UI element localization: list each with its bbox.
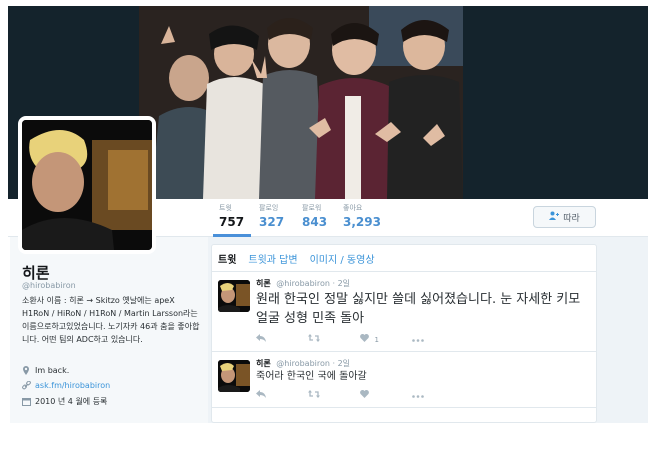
tab-tweets-replies[interactable]: 트윗과 답변 bbox=[248, 251, 297, 266]
retweet-icon[interactable] bbox=[308, 334, 360, 344]
like-button[interactable] bbox=[360, 390, 412, 400]
profile-handle[interactable]: @hirobabiron bbox=[22, 281, 76, 290]
follow-person-icon bbox=[549, 211, 560, 223]
tweet-actions: 1 bbox=[256, 333, 588, 345]
stat-followers-label: 팔로워 bbox=[302, 204, 322, 212]
more-icon[interactable] bbox=[412, 391, 464, 400]
calendar-icon bbox=[22, 397, 31, 406]
tweet-text: 원래 한국인 정말 싫지만 쓸데 싫어졌습니다. 눈 자세한 키모 얼굴 성형 … bbox=[256, 292, 581, 326]
profile-location: Im back. bbox=[22, 366, 69, 375]
tweet-avatar[interactable] bbox=[218, 280, 250, 312]
location-pin-icon bbox=[22, 366, 31, 375]
tweet-header: 히론 @hirobabiron · 2일 bbox=[256, 358, 588, 369]
tweet-timeline: 트윗 트윗과 답변 이미지 / 동영상 히론 @hirobabiron · 2일… bbox=[211, 244, 597, 423]
tab-tweets[interactable]: 트윗 bbox=[218, 251, 236, 266]
stat-following[interactable]: 팔로잉 327 bbox=[259, 203, 284, 229]
tweet-text: 죽어라 한국인 국에 돌아갈 bbox=[256, 371, 367, 382]
stat-following-value: 327 bbox=[259, 215, 285, 229]
profile-location-text: Im back. bbox=[35, 366, 70, 375]
profile-name: 히론 bbox=[22, 264, 50, 282]
tweet-avatar[interactable] bbox=[218, 360, 250, 392]
tab-media[interactable]: 이미지 / 동영상 bbox=[310, 251, 375, 266]
more-icon[interactable] bbox=[412, 335, 464, 344]
retweet-icon[interactable] bbox=[308, 390, 360, 400]
like-button[interactable]: 1 bbox=[360, 334, 412, 344]
tweet-timestamp[interactable]: · 2일 bbox=[333, 279, 351, 288]
stat-following-label: 팔로잉 bbox=[259, 204, 279, 212]
tweet-timestamp[interactable]: · 2일 bbox=[333, 359, 351, 368]
header-photo bbox=[139, 6, 463, 199]
tweet-item[interactable]: 히론 @hirobabiron · 2일 죽어라 한국인 국에 돌아갈 bbox=[212, 352, 596, 408]
heart-icon bbox=[360, 334, 369, 342]
profile-bio: 소환사 이름 : 히론 → Skitzo 옛날에는 apeX H1RoN / H… bbox=[22, 296, 200, 344]
tweet-author-name[interactable]: 히론 bbox=[256, 279, 271, 288]
follow-button[interactable]: 따라 bbox=[533, 206, 596, 228]
tweet-actions bbox=[256, 389, 588, 401]
tweet-header: 히론 @hirobabiron · 2일 bbox=[256, 278, 588, 289]
stat-likes[interactable]: 좋아요 3,293 bbox=[343, 203, 381, 229]
stat-likes-label: 좋아요 bbox=[343, 204, 363, 212]
reply-icon[interactable] bbox=[256, 334, 308, 344]
profile-avatar[interactable] bbox=[18, 116, 156, 254]
heart-icon bbox=[360, 390, 369, 398]
link-icon bbox=[22, 380, 31, 390]
profile-joined: 2010 년 4 월에 등록 bbox=[22, 396, 107, 407]
stat-followers-value: 843 bbox=[302, 215, 328, 229]
tweet-author-handle[interactable]: @hirobabiron bbox=[276, 279, 330, 288]
timeline-tabs: 트윗 트윗과 답변 이미지 / 동영상 bbox=[212, 245, 596, 272]
follow-button-label: 따라 bbox=[563, 213, 580, 224]
tweet-item[interactable]: 히론 @hirobabiron · 2일 원래 한국인 정말 싫지만 쓸데 싫어… bbox=[212, 272, 596, 352]
tweet-author-handle[interactable]: @hirobabiron bbox=[276, 359, 330, 368]
profile-website[interactable]: ask.fm/hirobabiron bbox=[22, 380, 110, 390]
profile-website-text[interactable]: ask.fm/hirobabiron bbox=[35, 381, 110, 390]
profile-joined-text: 2010 년 4 월에 등록 bbox=[35, 397, 108, 406]
reply-icon[interactable] bbox=[256, 390, 308, 400]
stat-tweets[interactable]: 트윗 757 bbox=[212, 203, 252, 237]
stat-tweets-value: 757 bbox=[219, 215, 245, 229]
stat-tweets-label: 트윗 bbox=[219, 204, 232, 212]
stat-likes-value: 3,293 bbox=[343, 215, 381, 229]
tweet-author-name[interactable]: 히론 bbox=[256, 359, 271, 368]
like-count: 1 bbox=[374, 336, 380, 344]
stat-followers[interactable]: 팔로워 843 bbox=[302, 203, 327, 229]
